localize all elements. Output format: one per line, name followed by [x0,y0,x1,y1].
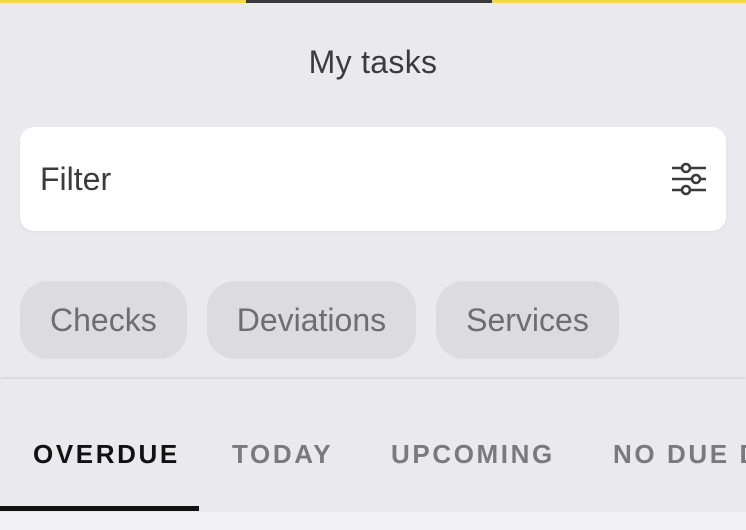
filter-field[interactable]: Filter [20,127,726,231]
active-tab-indicator [0,506,199,511]
filter-placeholder: Filter [40,161,112,197]
page-title: My tasks [308,44,438,80]
tab-today[interactable]: TODAY [232,439,333,470]
tab-no-due-date[interactable]: NO DUE D [613,439,746,470]
sliders-icon[interactable] [670,161,708,197]
category-chips: Checks Deviations Services [20,281,619,359]
chip-services[interactable]: Services [436,281,619,359]
tab-overdue[interactable]: OVERDUE [33,439,180,470]
chip-deviations[interactable]: Deviations [206,281,417,359]
chip-checks[interactable]: Checks [20,281,187,359]
due-tabs: OVERDUE TODAY UPCOMING NO DUE D [0,379,746,512]
top-progress-segment [246,0,492,3]
content-area [0,512,746,530]
tab-upcoming[interactable]: UPCOMING [391,439,555,470]
app-screen: My tasks Filter Checks Deviations Servic… [0,0,746,530]
top-progress-strip [0,0,746,3]
